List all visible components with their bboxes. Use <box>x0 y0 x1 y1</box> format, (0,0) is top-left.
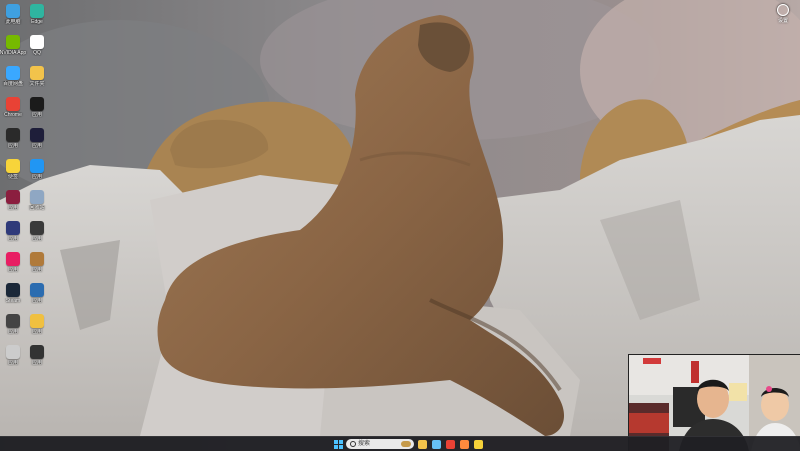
desktop-icon[interactable]: 文件夹 <box>24 64 50 92</box>
desktop-icon[interactable]: 应用 <box>24 95 50 123</box>
app-icon <box>30 159 44 173</box>
desktop-icon-label: 应用 <box>31 267 42 273</box>
desktop-icon-label: 应用 <box>31 112 42 118</box>
cloud-drive-icon <box>6 66 20 80</box>
app-icon <box>30 252 44 266</box>
qq-icon <box>30 35 44 49</box>
desktop-icon[interactable]: 便签 <box>0 157 26 185</box>
desktop-icon-label: 文件夹 <box>29 81 45 87</box>
app-icon <box>6 252 20 266</box>
desktop-icon-label: 回收站 <box>29 205 45 211</box>
desktop-icon[interactable]: Steam <box>0 281 26 309</box>
recycle-bin-icon <box>30 190 44 204</box>
app-icon <box>30 283 44 297</box>
steam-icon <box>6 283 20 297</box>
app-icon <box>30 345 44 359</box>
user-icon <box>777 4 789 16</box>
desktop-icon[interactable]: 百度网盘 <box>0 64 26 92</box>
desktop-icon[interactable]: 此电脑 <box>0 2 26 30</box>
search-icon <box>350 441 356 447</box>
chrome-icon[interactable] <box>446 439 455 449</box>
steam-icon[interactable] <box>432 439 441 449</box>
notes-icon <box>6 159 20 173</box>
search-highlight-icon <box>401 441 411 447</box>
top-right-widget-label: 设置 <box>777 18 788 24</box>
taskbar-search-box[interactable]: 搜索 <box>346 439 414 449</box>
desktop-icon[interactable]: 回收站 <box>24 188 50 216</box>
desktop-icon-label: 应用 <box>31 143 42 149</box>
desktop-icon-label: Edge <box>31 19 43 25</box>
app-icon <box>30 221 44 235</box>
folder-icon <box>30 66 44 80</box>
windows-start-icon[interactable] <box>334 439 343 449</box>
app-icon <box>30 128 44 142</box>
desktop-icon[interactable]: 应用 <box>0 312 26 340</box>
desktop-icon[interactable]: 应用 <box>24 157 50 185</box>
nvidia-icon <box>6 35 20 49</box>
desktop-icon-label: 应用 <box>31 360 42 366</box>
search-placeholder: 搜索 <box>358 441 371 447</box>
desktop-icon[interactable]: 应用 <box>0 343 26 371</box>
desktop-icon[interactable]: Edge <box>24 2 50 30</box>
app-icon <box>6 190 20 204</box>
desktop-icon-label: 应用 <box>31 329 42 335</box>
desktop-icon[interactable]: 应用 <box>24 343 50 371</box>
desktop-icon[interactable]: 应用 <box>0 126 26 154</box>
chrome-icon <box>6 97 20 111</box>
desktop-icon[interactable]: 应用 <box>0 250 26 278</box>
app-icon <box>30 314 44 328</box>
app-icon <box>6 221 20 235</box>
desktop-icon-label: 应用 <box>31 174 42 180</box>
desktop-icon[interactable]: 应用 <box>24 312 50 340</box>
desktop-icon[interactable]: QQ <box>24 33 50 61</box>
desktop-icon[interactable]: 应用 <box>24 250 50 278</box>
app-icon[interactable] <box>474 439 483 449</box>
app-icon <box>6 345 20 359</box>
top-right-widget[interactable]: 设置 <box>774 3 794 33</box>
desktop-icon-label: QQ <box>33 50 41 56</box>
desktop-icon[interactable]: 应用 <box>24 281 50 309</box>
desktop-icon[interactable]: 应用 <box>0 219 26 247</box>
desktop-icon[interactable]: 应用 <box>24 126 50 154</box>
taskbar: 搜索 <box>0 436 800 451</box>
computer-icon <box>6 4 20 18</box>
desktop-icon-grid: 此电脑 Edge NVIDIA App QQ 百度网盘 文件夹 Chrome 应用 应用 应用 便签… <box>0 0 60 436</box>
desktop-icon[interactable]: 应用 <box>24 219 50 247</box>
desktop-icon[interactable]: 应用 <box>0 188 26 216</box>
app-icon[interactable] <box>460 439 469 449</box>
app-icon <box>6 128 20 142</box>
desktop-icon[interactable]: NVIDIA App <box>0 33 26 61</box>
app-icon <box>30 97 44 111</box>
desktop-icon-label: 应用 <box>31 236 42 242</box>
edge-icon <box>30 4 44 18</box>
desktop-icon-label: 应用 <box>31 298 42 304</box>
file-explorer-icon[interactable] <box>418 439 427 449</box>
app-icon <box>6 314 20 328</box>
desktop-icon[interactable]: Chrome <box>0 95 26 123</box>
